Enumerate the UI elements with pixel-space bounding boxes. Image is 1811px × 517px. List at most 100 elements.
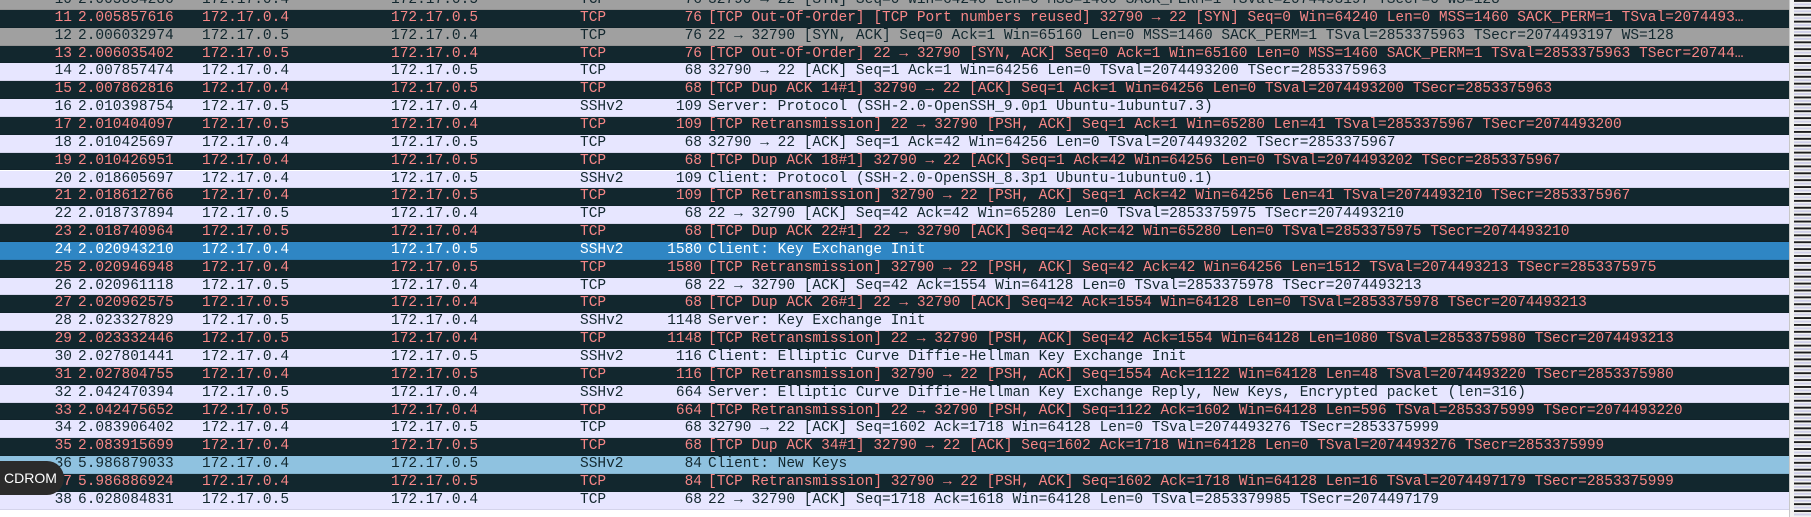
minimap-stripe xyxy=(1794,6,1811,9)
packet-row[interactable]: 22 2.018737894 172.17.0.5 172.17.0.4 TCP 68 22… xyxy=(0,206,1789,225)
minimap-stripe xyxy=(1794,492,1811,495)
minimap-stripe xyxy=(1794,358,1811,361)
minimap-stripe xyxy=(1794,427,1811,430)
minimap-stripe xyxy=(1794,489,1811,492)
packet-info: [TCP Retransmission] 32790 → 22 [PSH, AC… xyxy=(708,259,1657,276)
packet-source: 172.17.0.4 xyxy=(202,366,290,383)
packet-destination: 172.17.0.4 xyxy=(391,277,479,294)
packet-row[interactable]: 31 2.027804755 172.17.0.4 172.17.0.5 TCP 116[… xyxy=(0,366,1789,385)
packet-row[interactable]: 28 2.023327829 172.17.0.5 172.17.0.4 SSHv2 11… xyxy=(0,313,1789,332)
packet-destination: 172.17.0.4 xyxy=(391,27,479,44)
packet-row[interactable]: 375.986886924172.17.0.4172.17.0.5TCP84[T… xyxy=(0,473,1789,492)
packet-row[interactable]: 34 2.083906402 172.17.0.4 172.17.0.5 TCP 68 32… xyxy=(0,420,1789,439)
packet-time: 2.042470394 xyxy=(78,384,174,401)
minimap-stripe xyxy=(1794,96,1811,99)
cdrom-tooltip: CDROM xyxy=(0,461,64,495)
packet-row[interactable]: 12 2.006032974 172.17.0.5 172.17.0.4 TCP 76 22… xyxy=(0,27,1789,46)
minimap-stripe xyxy=(1794,451,1811,454)
packet-row[interactable]: 27 2.020962575 172.17.0.5 172.17.0.4 TCP 68 [T… xyxy=(0,295,1789,314)
packet-length: 68 xyxy=(684,438,702,455)
packet-row[interactable]: 19 2.010426951 172.17.0.4 172.17.0.5 TCP 68 [T… xyxy=(0,152,1789,171)
packet-row[interactable]: 30 2.027801441 172.17.0.4 172.17.0.5 SSHv2 11… xyxy=(0,349,1789,367)
packet-destination: 172.17.0.4 xyxy=(391,402,479,419)
packet-time: 2.020946948 xyxy=(78,259,174,276)
minimap-stripe xyxy=(1794,179,1811,182)
minimap-stripe xyxy=(1794,386,1811,388)
packet-length: 109 xyxy=(675,116,702,133)
packet-number: 26 xyxy=(54,277,72,294)
packet-source: 172.17.0.5 xyxy=(202,99,290,116)
packet-row[interactable]: 26 2.020961118 172.17.0.5 172.17.0.4 TCP 68 22… xyxy=(0,277,1789,296)
minimap-stripe xyxy=(1794,224,1811,226)
packet-info: 32790 → 22 [ACK] Seq=1 Ack=42 Win=64256 … xyxy=(708,134,1396,151)
packet-row[interactable]: 13 2.006035402 172.17.0.5 172.17.0.4 TCP 76 [T… xyxy=(0,45,1789,64)
minimap-stripe xyxy=(1794,430,1811,433)
packet-time: 2.006032974 xyxy=(78,27,174,44)
minimap-stripe xyxy=(1794,403,1811,406)
minimap-stripe xyxy=(1794,434,1811,437)
minimap-stripe xyxy=(1794,334,1811,337)
minimap-stripe xyxy=(1794,475,1811,478)
packet-row[interactable]: 23 2.018740964 172.17.0.5 172.17.0.4 TCP 68 [T… xyxy=(0,224,1789,242)
minimap-stripe xyxy=(1794,117,1811,120)
minimap-stripe xyxy=(1794,461,1811,464)
packet-row[interactable]: 20 2.018605697 172.17.0.4 172.17.0.5 SSHv2 10… xyxy=(0,170,1789,189)
packet-length: 1148 xyxy=(667,331,702,348)
minimap-stripe xyxy=(1794,382,1811,385)
minimap-stripe xyxy=(1794,327,1811,330)
packet-row[interactable]: 10 2.005854286 172.17.0.4 172.17.0.5 TCP 76 32… xyxy=(0,0,1789,10)
packet-length: 109 xyxy=(675,170,702,187)
packet-destination: 172.17.0.5 xyxy=(391,152,479,169)
packet-info: [TCP Out-Of-Order] [TCP Port numbers reu… xyxy=(708,9,1744,26)
packet-info: [TCP Dup ACK 26#1] 22 → 32790 [ACK] Seq=… xyxy=(708,295,1587,312)
packet-source: 172.17.0.4 xyxy=(202,259,290,276)
minimap-stripe xyxy=(1794,310,1811,313)
packet-length: 116 xyxy=(675,349,702,365)
packet-source: 172.17.0.5 xyxy=(202,27,290,44)
packet-source: 172.17.0.5 xyxy=(202,206,290,223)
minimap-stripe xyxy=(1794,82,1811,85)
packet-destination: 172.17.0.5 xyxy=(391,170,479,187)
packet-row[interactable]: 14 2.007857474 172.17.0.4 172.17.0.5 TCP 68 32… xyxy=(0,63,1789,82)
packet-row[interactable]: 17 2.010404097 172.17.0.5 172.17.0.4 TCP 109[… xyxy=(0,116,1789,135)
packet-row[interactable]: 29 2.023332446 172.17.0.5 172.17.0.4 TCP 1148… xyxy=(0,331,1789,349)
packet-time: 2.010426951 xyxy=(78,152,174,169)
packet-info: Client: Elliptic Curve Diffie-Hellman Ke… xyxy=(708,349,1187,365)
packet-row[interactable]: 35 2.083915699 172.17.0.4 172.17.0.5 TCP 68 [T… xyxy=(0,438,1789,457)
minimap-stripe xyxy=(1794,396,1811,399)
packet-row[interactable]: 32 2.042470394 172.17.0.5 172.17.0.4 SSHv2 66… xyxy=(0,384,1789,403)
packet-length: 116 xyxy=(675,366,702,383)
minimap-stripe xyxy=(1794,175,1811,178)
minimap-stripe xyxy=(1794,72,1811,75)
packet-row[interactable]: 21 2.018612766 172.17.0.4 172.17.0.5 TCP 109[… xyxy=(0,188,1789,207)
minimap-stripe xyxy=(1794,299,1811,302)
packet-source: 172.17.0.4 xyxy=(202,81,290,98)
packet-destination: 172.17.0.4 xyxy=(391,45,479,62)
packet-number: 14 xyxy=(54,63,72,80)
minimap-stripe xyxy=(1794,365,1811,368)
packet-row[interactable]: 15 2.007862816 172.17.0.4 172.17.0.5 TCP 68 [T… xyxy=(0,81,1789,100)
packet-row[interactable]: 25 2.020946948 172.17.0.4 172.17.0.5 TCP 1580… xyxy=(0,259,1789,278)
packet-row[interactable]: 11 2.005857616 172.17.0.4 172.17.0.5 TCP 76 [T… xyxy=(0,9,1789,28)
packet-row[interactable]: 24 2.020943210 172.17.0.4 172.17.0.5 SSHv2 15… xyxy=(0,241,1789,260)
minimap-stripe xyxy=(1794,465,1811,468)
minimap-stripe xyxy=(1794,268,1811,271)
packet-row[interactable]: 38 6.028084831 172.17.0.5 172.17.0.4 TCP 68 22… xyxy=(0,491,1789,510)
packet-length: 68 xyxy=(684,206,702,223)
packet-time: 2.023327829 xyxy=(78,313,174,330)
packet-destination: 172.17.0.5 xyxy=(391,259,479,276)
packet-row[interactable]: 33 2.042475652 172.17.0.5 172.17.0.4 TCP 664[… xyxy=(0,402,1789,421)
minimap-stripe xyxy=(1794,423,1811,426)
packet-length: 664 xyxy=(675,402,702,419)
minimap-stripe xyxy=(1794,499,1811,502)
minimap-stripe xyxy=(1794,330,1811,333)
packet-info: Server: Protocol (SSH-2.0-OpenSSH_9.0p1 … xyxy=(708,99,1213,116)
minimap-stripe xyxy=(1794,182,1811,185)
packet-list[interactable]: 10 2.005854286 172.17.0.4 172.17.0.5 TCP 76 32… xyxy=(0,0,1789,517)
packet-row[interactable]: 16 2.010398754 172.17.0.5 172.17.0.4 SSHv2 10… xyxy=(0,99,1789,117)
minimap-stripe xyxy=(1794,44,1811,47)
packet-row[interactable]: 18 2.010425697 172.17.0.4 172.17.0.5 TCP 68 32… xyxy=(0,134,1789,153)
vertical-scrollbar[interactable] xyxy=(1789,0,1811,517)
packet-row[interactable]: 36 5.986879033 172.17.0.4 172.17.0.5 SSHv2 84… xyxy=(0,456,1789,474)
minimap-stripe xyxy=(1794,103,1811,106)
